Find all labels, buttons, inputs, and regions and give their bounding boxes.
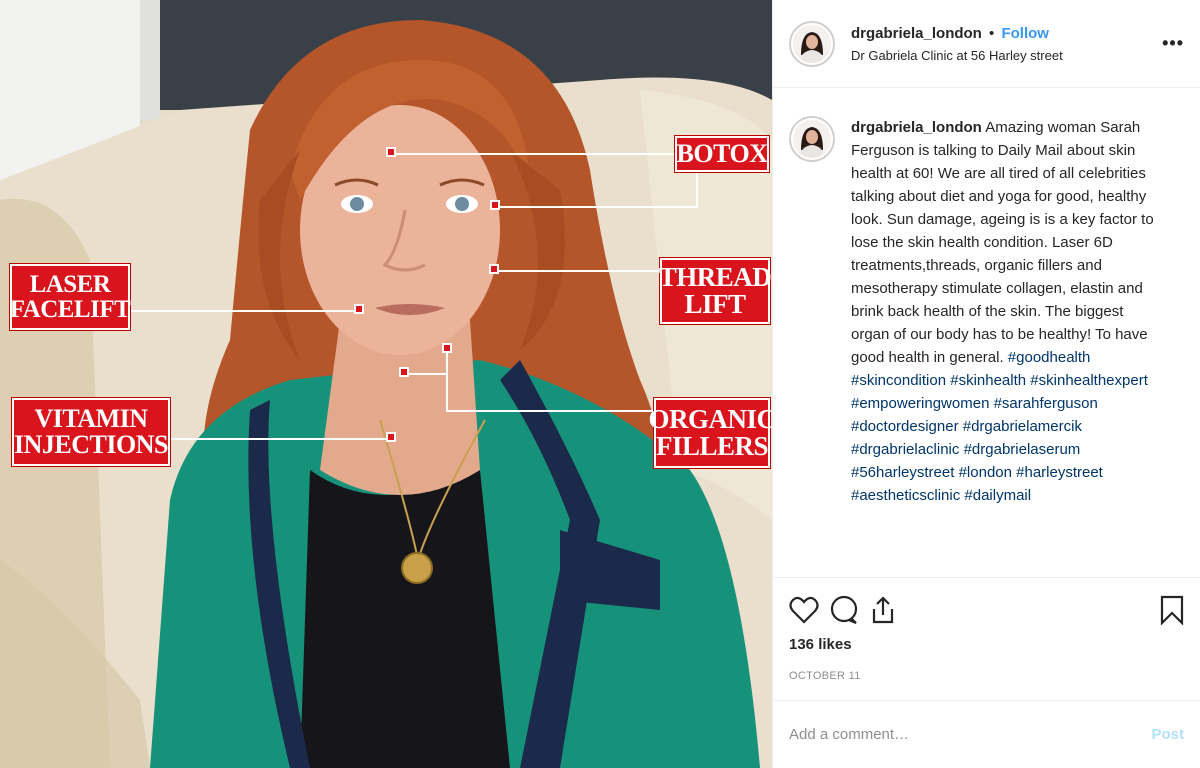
laser-line	[130, 310, 362, 312]
hashtag-link[interactable]: #goodhealth	[1008, 349, 1091, 366]
laser-marker	[354, 304, 364, 314]
actions-bar: 136 likes OCTOBER 11	[773, 577, 1200, 682]
hashtag-link[interactable]: #sarahferguson	[994, 395, 1098, 412]
caption-body: Amazing woman Sarah Ferguson is talking …	[851, 119, 1154, 366]
caption-username[interactable]: drgabriela_london	[851, 119, 982, 136]
organic-marker-2	[399, 367, 409, 377]
follow-button[interactable]: Follow	[1001, 25, 1049, 42]
hashtag-link[interactable]: #drgabrielamercik	[963, 418, 1082, 435]
caption-avatar-image	[793, 120, 831, 158]
hashtag-link[interactable]: #drgabrielaserum	[964, 441, 1081, 458]
thread-line	[497, 270, 663, 272]
callout-laser-facelift: LASER FACELIFT	[10, 264, 131, 330]
comment-icon[interactable]	[829, 592, 869, 628]
location-link[interactable]: Dr Gabriela Clinic at 56 Harley street	[851, 48, 1162, 63]
header-separator: •	[989, 24, 995, 42]
caption-area: drgabriela_london Amazing woman Sarah Fe…	[773, 88, 1200, 575]
hashtag-link[interactable]: #skincondition	[851, 372, 946, 389]
botox-line-2	[498, 206, 698, 208]
vitamin-line	[168, 438, 394, 440]
callout-botox: BOTOX	[675, 136, 769, 172]
caption-avatar[interactable]	[789, 116, 835, 162]
callout-thread-lift: THREAD LIFT	[659, 258, 772, 324]
portrait-illustration	[0, 0, 772, 768]
hashtag-link[interactable]: #london	[959, 464, 1012, 481]
avatar-image	[793, 24, 831, 63]
callout-vitamin-injections: VITAMIN INJECTIONS	[12, 398, 170, 466]
thread-marker	[489, 264, 499, 274]
caption-text: drgabriela_london Amazing woman Sarah Fe…	[851, 116, 1161, 575]
hashtag-link[interactable]: #skinhealthexpert	[1030, 372, 1148, 389]
post-header: drgabriela_london • Follow Dr Gabriela C…	[773, 0, 1200, 88]
post-comment-button[interactable]: Post	[1151, 726, 1184, 743]
more-options-icon[interactable]: •••	[1162, 33, 1184, 54]
hashtag-link[interactable]: #empoweringwomen	[851, 395, 989, 412]
hashtag-link[interactable]: #skinhealth	[950, 372, 1026, 389]
heart-icon[interactable]	[789, 592, 829, 628]
comment-bar: Post	[773, 700, 1200, 768]
avatar[interactable]	[789, 20, 835, 67]
vitamin-marker	[386, 432, 396, 442]
organic-line-v	[446, 350, 448, 412]
botox-line-3	[696, 170, 698, 208]
bookmark-icon[interactable]	[1144, 592, 1184, 628]
comment-input[interactable]	[789, 726, 1152, 743]
post-date: OCTOBER 11	[789, 670, 861, 682]
hashtag-list: #goodhealth #skincondition #skinhealth #…	[851, 349, 1148, 504]
hashtag-link[interactable]: #56harleystreet	[851, 464, 954, 481]
organic-marker	[442, 343, 452, 353]
hashtag-link[interactable]: #drgabrielaclinic	[851, 441, 959, 458]
hashtag-link[interactable]: #doctordesigner	[851, 418, 959, 435]
botox-marker-2	[490, 200, 500, 210]
botox-marker	[386, 147, 396, 157]
callout-organic-fillers: ORGANIC FILLERS	[649, 398, 772, 468]
organic-line	[446, 410, 656, 412]
instagram-post: BOTOX LASER FACELIFT THREAD LIFT VITAMIN…	[0, 0, 1200, 768]
hashtag-link[interactable]: #aestheticsclinic	[851, 487, 960, 504]
hashtag-link[interactable]: #dailymail	[964, 487, 1031, 504]
post-photo[interactable]: BOTOX LASER FACELIFT THREAD LIFT VITAMIN…	[0, 0, 772, 768]
hashtag-link[interactable]: #harleystreet	[1016, 464, 1103, 481]
botox-line	[394, 153, 676, 155]
header-username[interactable]: drgabriela_london	[851, 25, 982, 42]
header-text: drgabriela_london • Follow Dr Gabriela C…	[851, 25, 1162, 63]
organic-line-h	[406, 373, 448, 375]
post-sidebar: drgabriela_london • Follow Dr Gabriela C…	[772, 0, 1200, 768]
likes-count[interactable]: 136 likes	[789, 636, 1184, 653]
share-icon[interactable]	[869, 592, 909, 628]
